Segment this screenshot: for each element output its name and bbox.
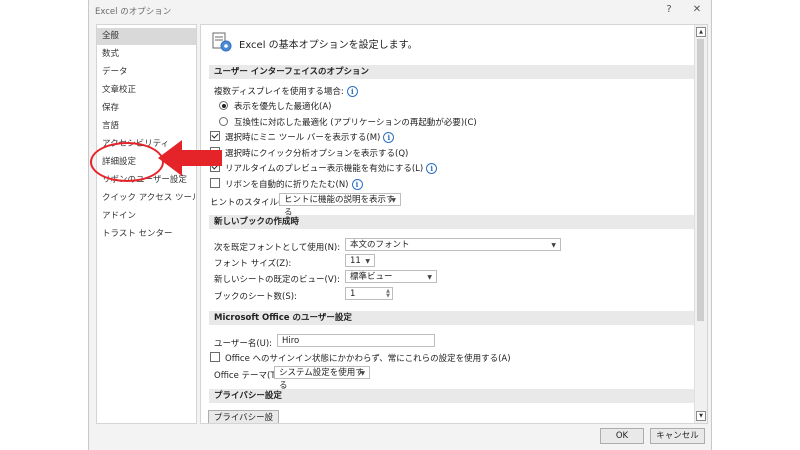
sidebar-item-trust-center[interactable]: トラスト センター [97,226,196,243]
info-icon[interactable]: i [346,86,358,97]
window-title: Excel のオプション [95,7,172,17]
font-size-dropdown[interactable]: 11 ▼ [345,254,375,267]
sidebar-item-quick-access-toolbar[interactable]: クイック アクセス ツール バー [97,190,196,207]
sidebar-item-general[interactable]: 全般 [97,28,196,45]
section-ui-options: ユーザー インターフェイスのオプション [209,65,695,79]
highlight-circle [90,142,164,182]
multi-display-label: 複数ディスプレイを使用する場合: i [214,85,358,97]
sidebar-item-language[interactable]: 言語 [97,118,196,135]
sidebar-item-save[interactable]: 保存 [97,100,196,117]
font-size-label: フォント サイズ(Z): [214,259,292,269]
category-sidebar: 全般 数式 データ 文章校正 保存 言語 アクセシビリティ 詳細設定 リボンのユ… [96,24,197,424]
scroll-down-icon[interactable]: ▼ [696,411,706,421]
sidebar-item-addins[interactable]: アドイン [97,208,196,225]
tooltip-style-dropdown[interactable]: ヒントに機能の説明を表示する ▼ [279,193,401,218]
scroll-up-icon[interactable]: ▲ [696,27,706,37]
default-view-label: 新しいシートの既定のビュー(V): [214,275,340,285]
username-label: ユーザー名(U): [214,339,273,349]
sidebar-item-proofing[interactable]: 文章校正 [97,82,196,99]
sheet-count-label: ブックのシート数(S): [214,292,297,302]
ok-button[interactable]: OK [600,428,644,444]
options-settings-icon [212,32,232,52]
chevron-down-icon: ▼ [360,370,365,377]
option-always-use-settings[interactable]: Office へのサインイン状態にかかわらず、常にこれらの設定を使用する(A) [210,352,511,364]
office-theme-dropdown[interactable]: システム設定を使用する ▼ [274,366,370,391]
radio-button[interactable] [219,101,228,110]
info-icon[interactable]: i [426,163,438,174]
radio-optimize-compat[interactable]: 互換性に対応した最適化 (アプリケーションの再起動が必要)(C) [219,116,477,128]
chevron-down-icon: ▼ [427,274,432,281]
sidebar-item-formulas[interactable]: 数式 [97,46,196,63]
section-new-workbook: 新しいブックの作成時 [209,215,695,229]
section-privacy: プライバシー設定 [209,389,695,403]
close-button[interactable]: ✕ [690,3,704,17]
username-field[interactable]: Hiro [277,334,435,347]
default-font-label: 次を既定フォントとして使用(N): [214,243,341,253]
vertical-scrollbar[interactable]: ▲ ▼ [694,25,707,423]
chevron-down-icon: ▼ [365,258,370,265]
radio-optimize-display[interactable]: 表示を優先した最適化(A) [219,100,331,112]
office-theme-label: Office テーマ(T): [214,371,282,381]
help-button[interactable]: ? [662,3,676,17]
info-icon[interactable]: i [383,132,395,143]
sidebar-item-data[interactable]: データ [97,64,196,81]
checkbox[interactable] [210,352,220,362]
options-panel: Excel の基本オプションを設定します。 ユーザー インターフェイスのオプショ… [200,24,708,424]
scroll-thumb[interactable] [697,39,704,321]
option-quick-analysis[interactable]: 選択時にクイック分析オプションを表示する(Q) [210,147,408,159]
cancel-button[interactable]: キャンセル [650,428,705,444]
chevron-down-icon: ▼ [551,242,556,249]
option-live-preview[interactable]: リアルタイムのプレビュー表示機能を有効にする(L) i [210,162,438,174]
sheet-count-stepper[interactable]: 1 ▲ ▼ [345,287,393,300]
checkbox[interactable] [210,178,220,188]
radio-button[interactable] [219,117,228,126]
option-mini-toolbar[interactable]: 選択時にミニ ツール バーを表示する(M) i [210,131,395,143]
options-dialog: Excel のオプション ? ✕ 全般 数式 データ 文章校正 保存 言語 アク… [88,0,712,450]
title-bar: Excel のオプション ? ✕ [89,0,711,20]
spinner-arrows-icon[interactable]: ▲ ▼ [386,289,390,299]
option-collapse-ribbon[interactable]: リボンを自動的に折りたたむ(N) i [210,178,363,190]
red-arrow-icon [158,140,222,176]
default-font-dropdown[interactable]: 本文のフォント ▼ [345,238,561,251]
chevron-down-icon: ▼ [391,197,396,204]
default-view-dropdown[interactable]: 標準ビュー ▼ [345,270,437,283]
panel-heading: Excel の基本オプションを設定します。 [239,40,418,51]
section-office-personalize: Microsoft Office のユーザー設定 [209,311,695,325]
info-icon[interactable]: i [351,179,363,190]
privacy-settings-button[interactable]: プライバシー設定... [208,410,279,423]
